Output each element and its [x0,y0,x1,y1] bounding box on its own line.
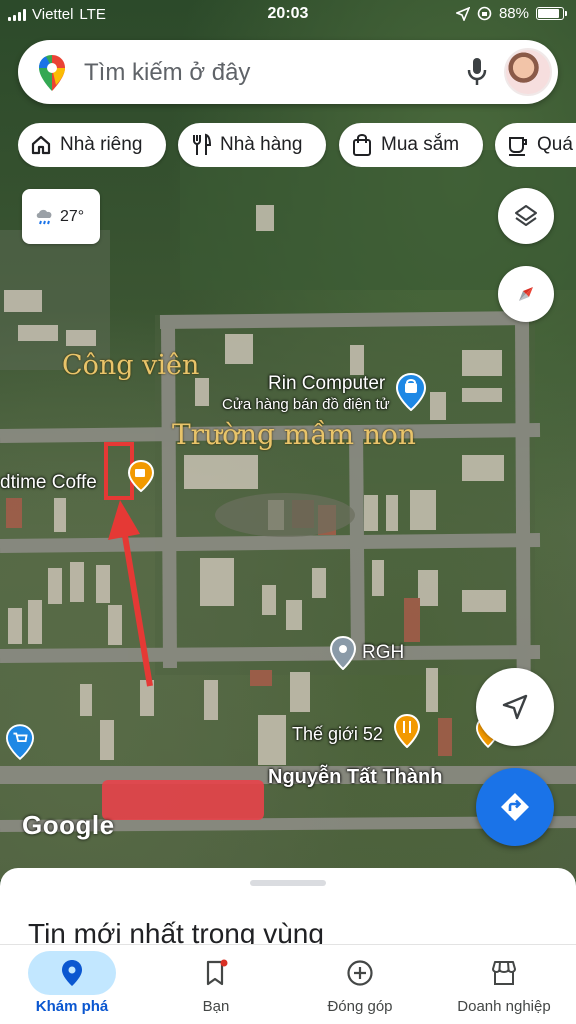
rin-computer-subtitle: Cửa hàng bán đồ điện tử [222,396,390,413]
compass-icon [519,287,533,301]
chip-shopping-label: Mua sắm [381,134,460,155]
sheet-drag-handle[interactable] [250,880,326,886]
location-arrow-icon [455,6,470,21]
bookmark-icon [206,959,228,986]
directions-button[interactable] [476,768,554,846]
add-circle-icon [347,960,373,986]
status-bar: Viettel LTE 20:03 88% [0,0,576,30]
search-bar[interactable]: Tìm kiếm ở đây [18,40,558,104]
nav-explore[interactable]: Khám phá [0,945,144,1024]
profile-avatar[interactable] [504,48,552,96]
temperature: 27° [60,207,85,225]
google-logo: Google [22,810,115,840]
chip-home[interactable]: Nhà riêng [18,123,166,167]
chip-restaurant[interactable]: Nhà hàng [178,123,326,167]
shopping-cart-pin-icon [6,724,34,760]
rotation-lock-icon [477,6,492,21]
chip-coffee-label: Quá [537,134,573,155]
coffee-icon [509,137,527,156]
directions-icon [501,793,529,821]
weather-widget[interactable]: 27° [22,189,100,244]
category-chips: Nhà riêng Nhà hàng Mua sắm Quá [18,123,576,167]
shopping-pin-icon [396,373,426,411]
location-pin-icon [330,636,356,670]
nav-contribute[interactable]: Đóng góp [288,945,432,1024]
battery-percent: 88% [498,5,529,22]
search-input[interactable]: Tìm kiếm ở đây [84,59,250,87]
chip-coffee[interactable]: Quá [495,123,576,167]
restaurant-pin-icon [394,714,420,748]
street-label: Nguyễn Tất Thành [268,766,443,788]
shopping-bag-icon [353,133,371,156]
battery-icon [536,7,567,20]
compass-button[interactable] [498,266,554,322]
my-location-button[interactable] [476,668,554,746]
chip-restaurant-label: Nhà hàng [220,134,303,155]
explore-pin-icon [62,960,82,986]
rain-cloud-icon [36,209,52,224]
navigation-arrow-icon [502,694,528,720]
nav-business-label: Doanh nghiệp [457,998,551,1015]
nav-saved-label: Bạn [202,998,230,1015]
school-label: Trường mầm non [172,418,416,451]
layers-icon [515,205,537,226]
coffee-pin-icon [128,460,154,492]
restaurant-icon [193,133,212,155]
storefront-icon [492,961,516,985]
home-icon [31,135,51,155]
rin-computer-title[interactable]: Rin Computer [268,373,385,395]
bottom-navigation: Khám phá Bạn Đóng góp Doanh nghiệp [0,944,576,1024]
google-maps-logo-icon [39,55,65,91]
park-label: Công viên [62,350,200,381]
rgh-label[interactable]: RGH [362,642,404,664]
microphone-icon[interactable] [466,56,488,88]
nav-contribute-label: Đóng góp [327,998,393,1015]
nav-business[interactable]: Doanh nghiệp [432,945,576,1024]
nav-saved[interactable]: Bạn [144,945,288,1024]
chip-shopping[interactable]: Mua sắm [339,123,483,167]
nav-explore-label: Khám phá [35,998,109,1015]
layers-button[interactable] [498,188,554,244]
the-gioi-label[interactable]: Thế giới 52 [292,724,383,745]
chip-home-label: Nhà riêng [60,134,143,155]
coffee-label[interactable]: dtime Coffe [0,472,97,494]
